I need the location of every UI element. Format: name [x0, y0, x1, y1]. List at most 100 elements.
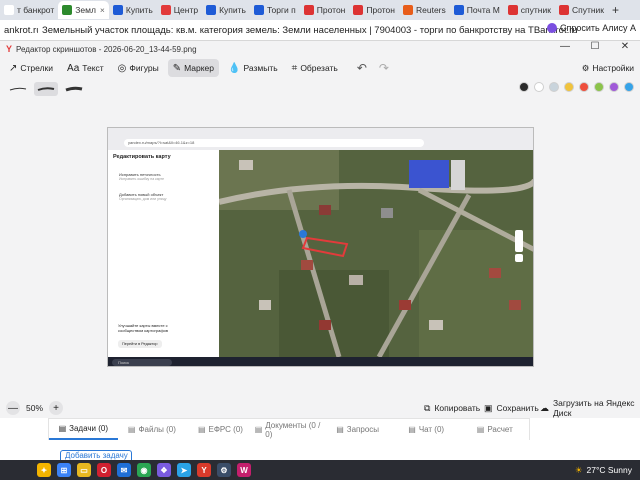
copilot-icon[interactable]: ✦ [37, 463, 51, 477]
windows-taskbar: ✦ ⊞ ▭ O ✉ ◉ ❖ ➤ Y ⚙ W ☀ 27°C Sunny [0, 460, 640, 480]
tab-favicon-icon [402, 5, 413, 15]
tab-favicon-icon [4, 5, 14, 15]
maximize-button[interactable]: ☐ [580, 41, 610, 52]
ask-alice-button[interactable]: Спросить Алису А [546, 23, 636, 33]
browser-tab[interactable]: Земл × [58, 1, 109, 19]
browser-tab[interactable]: Спутник [555, 1, 608, 19]
captured-item-hint: Организацию, дом или улицу [119, 197, 167, 201]
color-swatch[interactable] [594, 82, 604, 92]
tab-label: Спутник [571, 5, 605, 15]
browser-tab[interactable]: Протон [349, 1, 399, 19]
save-button[interactable]: ▣ Сохранить [484, 400, 539, 416]
settings-label: Настройки [592, 63, 634, 73]
satellite-map [219, 150, 533, 357]
tool-blur[interactable]: 💧 Размыть [223, 59, 283, 77]
tab-favicon-icon [453, 5, 464, 15]
start-icon[interactable]: ⊞ [57, 463, 71, 477]
editor-logo-icon: Y [6, 44, 13, 54]
color-swatch[interactable] [579, 82, 589, 92]
tab-label: Земл [75, 5, 96, 15]
captured-address-bar: yandex.ru/maps/?l=sat&ll=46.1&z=18 [124, 139, 424, 147]
zoom-out-button[interactable]: — [6, 401, 20, 415]
tab-label: Почта М [466, 5, 500, 15]
page-tab[interactable]: ▤ ЕФРС (0) [186, 419, 255, 440]
photos-icon[interactable]: ❖ [157, 463, 171, 477]
color-swatch[interactable] [534, 82, 544, 92]
telegram-icon[interactable]: ➤ [177, 463, 191, 477]
browser-tab-strip: т банкрот Земл × Купить Центр Купить Торги п Пр… [0, 0, 640, 20]
opera-icon[interactable]: O [97, 463, 111, 477]
page-tab[interactable]: ▤ Документы (0 / 0) [255, 419, 324, 440]
page-tab[interactable]: ▤ Запросы [323, 419, 392, 440]
zoom-level: 50% [26, 403, 44, 413]
tool-label: Стрелки [20, 63, 54, 73]
captured-side-panel: Редактировать карту Исправить неточность… [108, 150, 219, 357]
steam-icon[interactable]: ⚙ [217, 463, 231, 477]
blur-icon: 💧 [228, 62, 241, 74]
tab-doc-icon: ▤ [336, 425, 344, 434]
tool-text[interactable]: Aa Текст [62, 59, 109, 77]
sun-icon: ☀ [574, 464, 583, 475]
undo-button[interactable]: ↶ [357, 61, 367, 75]
tool-label: Размыть [243, 63, 278, 73]
tool-crop[interactable]: ⌗ Обрезать [287, 59, 343, 77]
marker-icon: ✎ [172, 62, 182, 74]
tool-label: Обрезать [300, 63, 338, 73]
close-window-button[interactable]: ✕ [610, 41, 640, 52]
copy-label: Копировать [434, 403, 481, 413]
page-tab[interactable]: ▤ Файлы (0) [118, 419, 187, 440]
browser-tab[interactable]: Почта М [450, 1, 504, 19]
close-tab-icon[interactable]: × [100, 5, 105, 15]
weather-widget[interactable]: ☀ 27°C Sunny [575, 460, 640, 480]
stroke-thick[interactable] [62, 82, 86, 96]
page-tab-label: Запросы [346, 425, 380, 434]
screenshot-canvas[interactable]: yandex.ru/maps/?l=sat&ll=46.1&z=18 Редак… [107, 127, 534, 367]
color-swatch[interactable] [609, 82, 619, 92]
wildberries-icon[interactable]: W [237, 463, 251, 477]
tab-favicon-icon [253, 5, 264, 15]
settings-button[interactable]: ⚙ Настройки [582, 59, 634, 77]
browser-tab[interactable]: Торги п [250, 1, 300, 19]
redo-button[interactable]: ↷ [379, 61, 389, 75]
crop-icon: ⌗ [291, 62, 298, 74]
browser-tab[interactable]: Reuters [399, 1, 450, 19]
yandex-browser-icon[interactable]: Y [197, 463, 211, 477]
browser-tab[interactable]: Центр [157, 1, 202, 19]
minimize-button[interactable]: — [550, 41, 580, 52]
browser-tab[interactable]: Купить [202, 1, 250, 19]
page-tab[interactable]: ▤ Задачи (0) [49, 419, 118, 440]
copy-icon: ⧉ [424, 402, 431, 413]
tab-doc-icon: ▤ [476, 425, 485, 434]
page-tab-label: Чат (0) [418, 425, 445, 434]
save-icon: ▣ [484, 402, 493, 413]
page-tab[interactable]: ▤ Чат (0) [392, 419, 461, 440]
captured-taskbar: Поиск [108, 357, 533, 366]
color-swatch[interactable] [519, 82, 529, 92]
color-swatch[interactable] [624, 82, 634, 92]
stroke-medium[interactable] [34, 82, 58, 96]
browser-tab[interactable]: спутник [504, 1, 555, 19]
color-swatch[interactable] [564, 82, 574, 92]
stroke-thin[interactable] [6, 82, 30, 96]
mail-icon[interactable]: ✉ [117, 463, 131, 477]
page-tab-label: Документы (0 / 0) [265, 420, 321, 439]
copy-button[interactable]: ⧉ Копировать [424, 400, 480, 416]
upload-disk-button[interactable]: ☁ Загрузить на Яндекс Диск [540, 398, 640, 418]
gear-icon: ⚙ [581, 62, 590, 73]
browser-tab[interactable]: Купить [109, 1, 157, 19]
browser-tab[interactable]: т банкрот [0, 1, 58, 19]
browser-tab[interactable]: Протон [300, 1, 350, 19]
page-tab-label: Расчет [487, 425, 513, 434]
tool-shapes[interactable]: ◎ Фигуры [113, 59, 164, 77]
zoom-in-button[interactable]: + [49, 401, 64, 415]
tab-label: Купить [125, 5, 153, 15]
captured-item-hint: Исправить ошибку на карте [119, 177, 165, 181]
upload-label: Загрузить на Яндекс Диск [553, 398, 635, 418]
tool-marker[interactable]: ✎ Маркер [167, 59, 220, 77]
page-tab[interactable]: ▤ Расчет [460, 419, 529, 440]
new-tab-button[interactable]: + [612, 3, 619, 17]
chrome-icon[interactable]: ◉ [137, 463, 151, 477]
color-swatch[interactable] [549, 82, 559, 92]
tool-arrow[interactable]: ↗ Стрелки [4, 59, 58, 77]
file-explorer-icon[interactable]: ▭ [77, 463, 91, 477]
